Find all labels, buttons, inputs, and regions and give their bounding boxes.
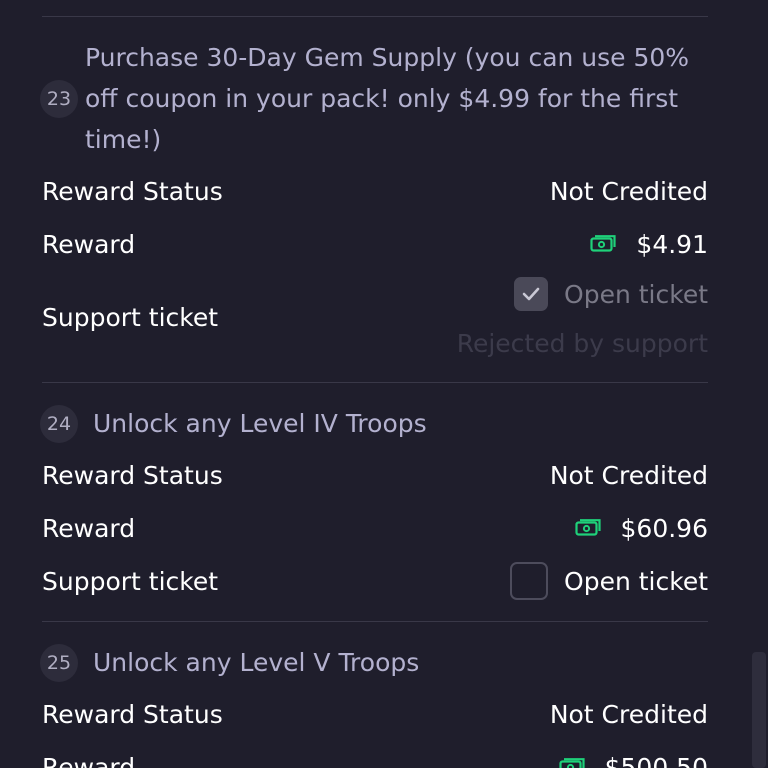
divider — [42, 382, 708, 383]
task-title: Unlock any Level IV Troops — [93, 409, 427, 438]
support-ticket-label: Support ticket — [42, 566, 219, 596]
task-title: Purchase 30-Day Gem Supply (you can use … — [85, 43, 690, 154]
task-number-badge: 23 — [40, 79, 78, 118]
support-ticket-row: Support ticket Open ticket Rejected by s… — [42, 277, 708, 358]
open-ticket-label: Open ticket — [564, 566, 708, 596]
reward-status-row: Reward Status Not Credited — [42, 695, 708, 733]
reward-value-wrap: $4.91 — [590, 230, 708, 259]
divider — [42, 16, 708, 17]
reward-row: Reward $500.50 — [42, 748, 708, 768]
task-list: 23 Purchase 30-Day Gem Supply (you can u… — [40, 0, 708, 768]
support-ticket-label: Support ticket — [42, 303, 219, 332]
task-header: 25 Unlock any Level V Troops — [40, 642, 708, 683]
task-item: 23 Purchase 30-Day Gem Supply (you can u… — [40, 37, 708, 358]
reward-label: Reward — [42, 229, 136, 259]
reward-status-value: Not Credited — [549, 176, 708, 206]
support-ticket-row: Support ticket Open ticket — [42, 561, 708, 601]
reward-value: $4.91 — [636, 229, 708, 259]
open-ticket-control[interactable]: Open ticket — [510, 562, 708, 600]
ticket-rejected-note: Rejected by support — [456, 329, 708, 358]
task-header: 23 Purchase 30-Day Gem Supply (you can u… — [40, 37, 708, 160]
check-icon — [522, 287, 540, 301]
money-icon — [590, 235, 617, 252]
reward-value: $60.96 — [620, 513, 708, 543]
reward-label: Reward — [42, 752, 136, 768]
task-item: 25 Unlock any Level V Troops Reward Stat… — [40, 642, 708, 768]
reward-value: $500.50 — [604, 752, 708, 768]
reward-status-value: Not Credited — [549, 699, 708, 729]
reward-row: Reward $4.91 — [42, 225, 708, 263]
task-item: 24 Unlock any Level IV Troops Reward Sta… — [40, 403, 708, 601]
ticket-status: Open ticket Rejected by support — [457, 277, 708, 358]
divider — [42, 621, 708, 622]
reward-status-row: Reward Status Not Credited — [42, 172, 708, 210]
money-icon — [574, 519, 601, 536]
task-number-badge: 25 — [40, 643, 78, 682]
open-ticket-label: Open ticket — [564, 279, 708, 309]
ticket-checkbox[interactable] — [514, 277, 549, 311]
reward-status-label: Reward Status — [42, 460, 223, 490]
task-header: 24 Unlock any Level IV Troops — [40, 403, 708, 444]
task-list-viewport: 23 Purchase 30-Day Gem Supply (you can u… — [0, 0, 768, 768]
reward-label: Reward — [42, 513, 136, 543]
reward-value-wrap: $60.96 — [574, 513, 708, 543]
money-icon — [559, 758, 585, 768]
reward-status-row: Reward Status Not Credited — [42, 456, 708, 494]
reward-value-wrap: $500.50 — [559, 753, 708, 768]
ticket-checkbox[interactable] — [510, 562, 549, 600]
open-ticket-control[interactable]: Open ticket — [514, 277, 708, 311]
task-number-badge: 24 — [40, 404, 78, 443]
reward-row: Reward $60.96 — [42, 509, 708, 547]
reward-status-label: Reward Status — [42, 176, 223, 206]
task-title: Unlock any Level V Troops — [93, 648, 420, 677]
reward-status-label: Reward Status — [42, 699, 223, 729]
scrollbar-thumb[interactable] — [752, 652, 766, 768]
reward-status-value: Not Credited — [549, 460, 708, 490]
